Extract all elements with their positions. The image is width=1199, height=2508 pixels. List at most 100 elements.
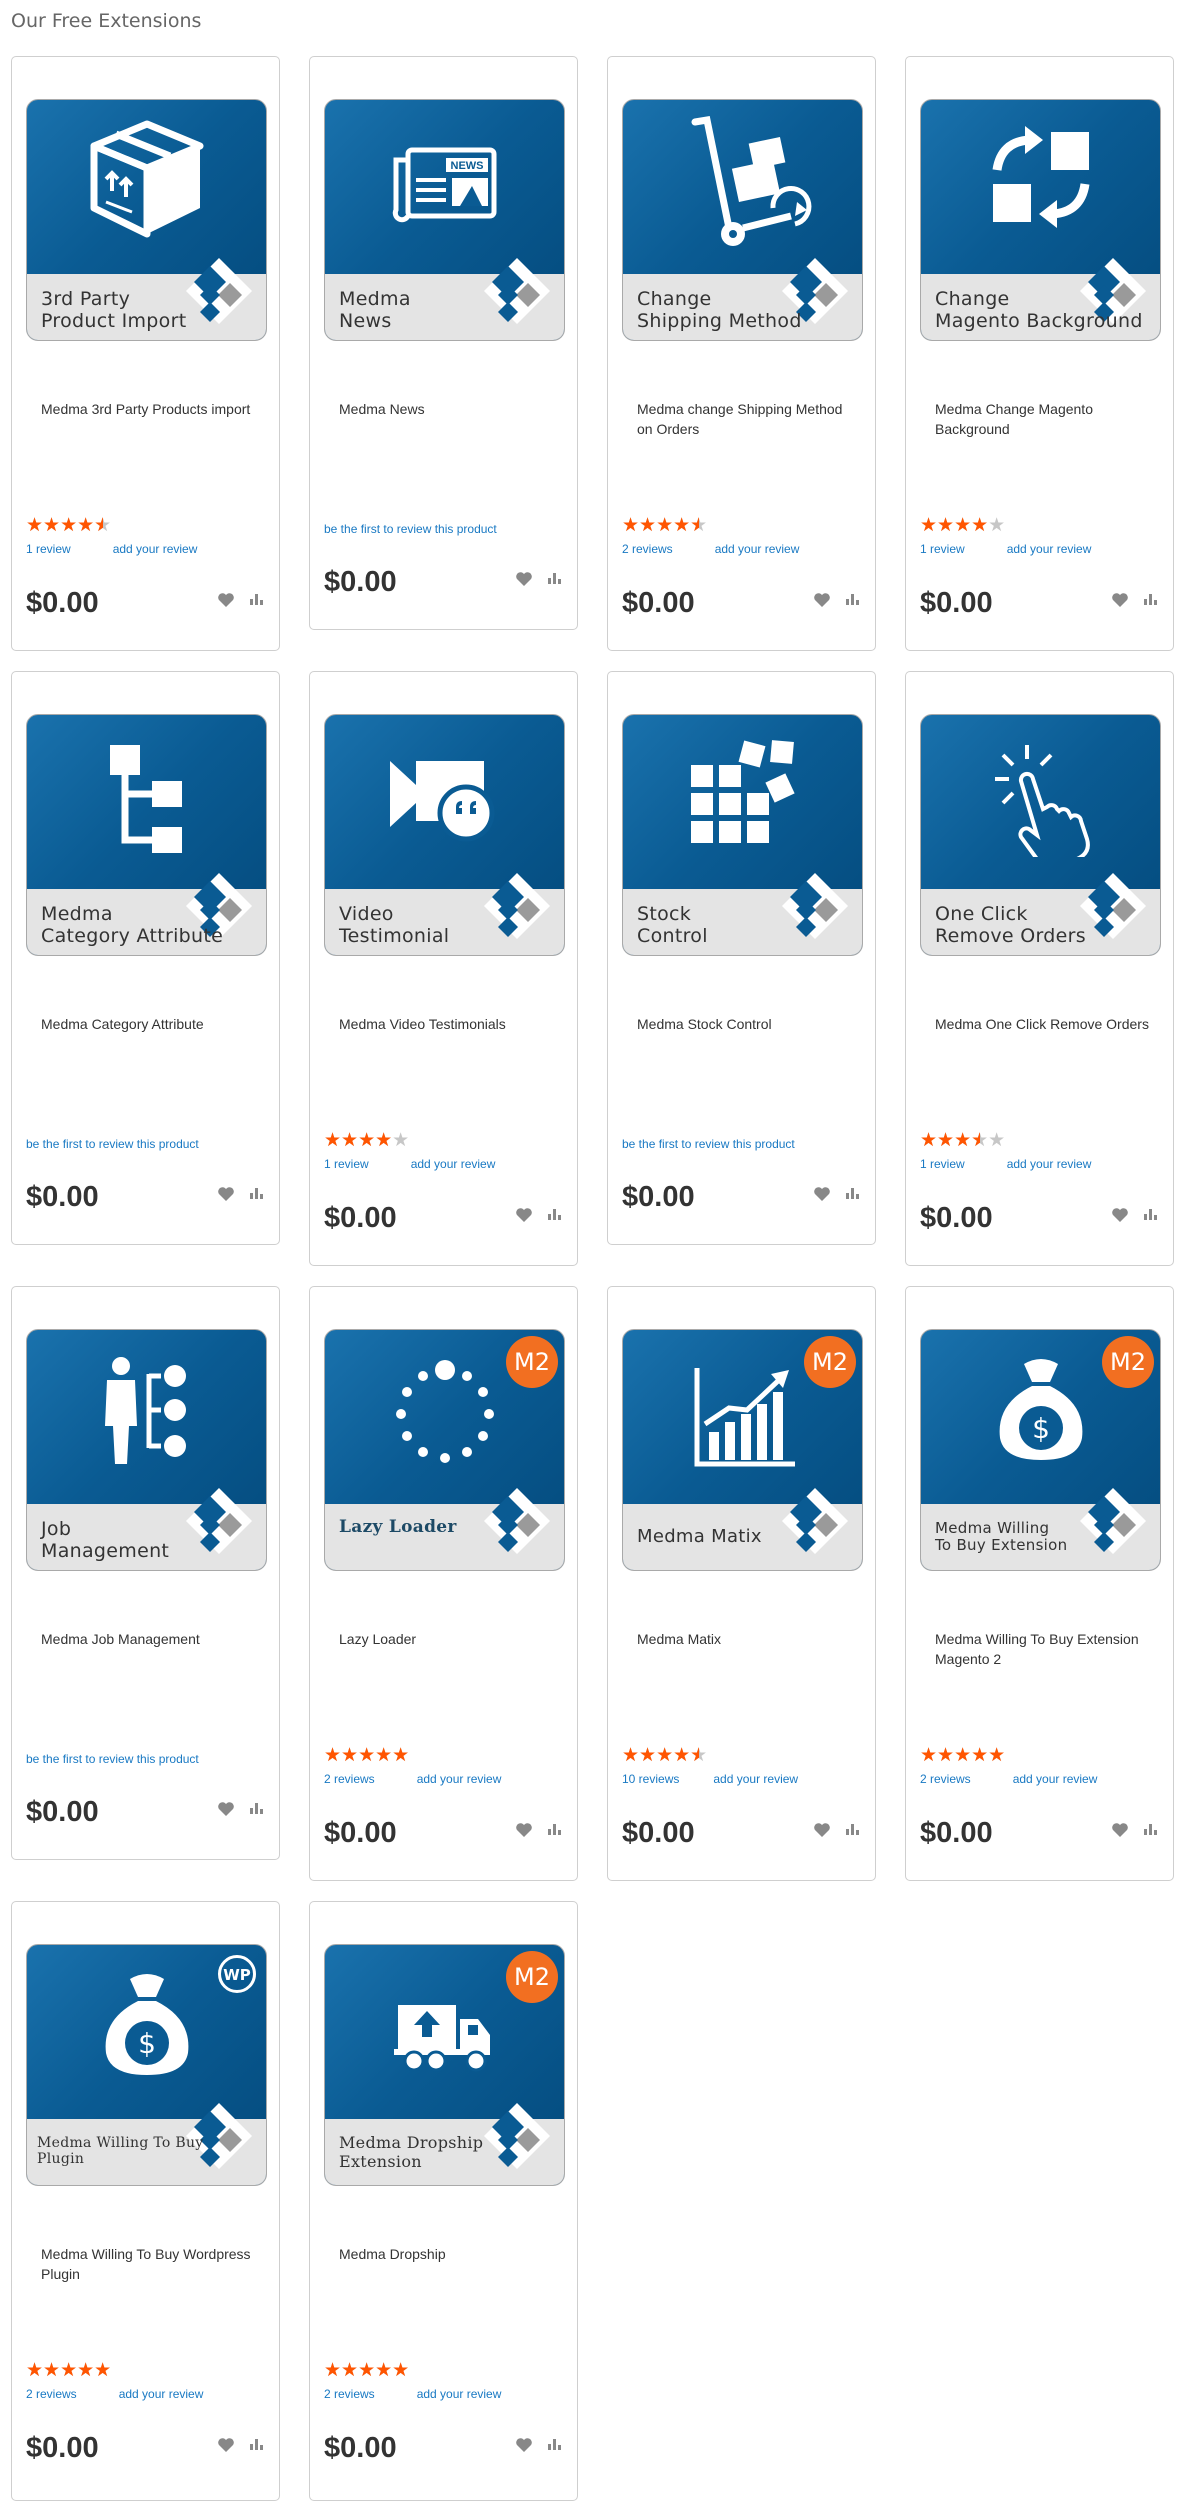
product-thumbnail[interactable]: One Click Remove Orders [920,714,1161,956]
product-thumbnail[interactable]: Medma Category Attribute [26,714,267,956]
reviews-link[interactable]: 1 review [324,1157,369,1171]
product-card[interactable]: Video Testimonial Medma Video Testimonia… [309,671,578,1266]
wishlist-heart-icon[interactable] [1111,592,1129,608]
reviews-link[interactable]: 10 reviews [622,1772,679,1786]
product-name[interactable]: Medma Category Attribute [41,1014,256,1034]
add-review-link[interactable]: add your review [417,2387,502,2401]
product-thumbnail[interactable]: M2 Medma Matix [622,1329,863,1571]
wishlist-heart-icon[interactable] [1111,1822,1129,1838]
product-card[interactable]: $ M2 Medma Willing To Buy Extension Medm… [905,1286,1174,1881]
compare-icon[interactable] [249,590,265,606]
wishlist-heart-icon[interactable] [813,1822,831,1838]
rating-stars: ★★★★★★★★★★ [920,515,1006,536]
reviews-link[interactable]: 2 reviews [324,2387,375,2401]
compare-icon[interactable] [1143,1205,1159,1221]
product-name[interactable]: Medma Dropship [339,2244,554,2264]
add-review-link[interactable]: add your review [1007,1157,1092,1171]
product-price: $0.00 [622,587,695,619]
compare-icon[interactable] [547,569,563,585]
first-review-link[interactable]: be the first to review this product [324,522,497,536]
product-card[interactable]: M2 Medma Matix Medma Matix ★★★★★★★★★★ 10… [607,1286,876,1881]
add-review-link[interactable]: add your review [713,1772,798,1786]
product-thumbnail[interactable]: Stock Control [622,714,863,956]
product-name[interactable]: Medma change Shipping Method on Orders [637,399,852,439]
product-thumbnail[interactable]: Change Magento Background [920,99,1161,341]
product-name[interactable]: Medma Willing To Buy Wordpress Plugin [41,2244,256,2284]
wishlist-heart-icon[interactable] [515,2437,533,2453]
product-name[interactable]: Medma Stock Control [637,1014,852,1034]
product-card[interactable]: Change Magento Background Medma Change M… [905,56,1174,651]
compare-icon[interactable] [547,2435,563,2451]
add-review-link[interactable]: add your review [113,542,198,556]
product-card[interactable]: One Click Remove Orders Medma One Click … [905,671,1174,1266]
wishlist-heart-icon[interactable] [515,1207,533,1223]
compare-icon[interactable] [1143,1820,1159,1836]
compare-icon[interactable] [547,1205,563,1221]
rating-stars: ★★★★★★★★★★ [324,1130,410,1151]
add-review-link[interactable]: add your review [411,1157,496,1171]
wishlist-heart-icon[interactable] [217,592,235,608]
wishlist-heart-icon[interactable] [515,1822,533,1838]
product-price: $0.00 [622,1181,695,1213]
reviews-link[interactable]: 2 reviews [26,2387,77,2401]
product-name[interactable]: Medma Matix [637,1629,852,1649]
product-thumbnail[interactable]: Job Management [26,1329,267,1571]
product-price: $0.00 [26,587,99,619]
compare-icon[interactable] [845,590,861,606]
product-card[interactable]: Stock Control Medma Stock Control be the… [607,671,876,1245]
first-review-link[interactable]: be the first to review this product [622,1137,795,1151]
product-thumbnail[interactable]: $ WP Medma Willing To Buy Plugin [26,1944,267,2186]
product-name[interactable]: Medma News [339,399,554,419]
wishlist-heart-icon[interactable] [217,2437,235,2453]
product-thumbnail[interactable]: Video Testimonial [324,714,565,956]
add-review-link[interactable]: add your review [1013,1772,1098,1786]
product-thumbnail[interactable]: NEWS Medma News [324,99,565,341]
compare-icon[interactable] [249,1184,265,1200]
compare-icon[interactable] [845,1184,861,1200]
wishlist-heart-icon[interactable] [515,571,533,587]
compare-icon[interactable] [249,2435,265,2451]
product-card[interactable]: NEWS Medma News Medma News be the first … [309,56,578,630]
product-card[interactable]: Job Management Medma Job Management be t… [11,1286,280,1860]
product-card[interactable]: Medma Category Attribute Medma Category … [11,671,280,1245]
compare-icon[interactable] [547,1820,563,1836]
product-name[interactable]: Medma Job Management [41,1629,256,1649]
product-thumbnail[interactable]: $ M2 Medma Willing To Buy Extension [920,1329,1161,1571]
reviews-link[interactable]: 1 review [920,542,965,556]
product-name[interactable]: Medma Change Magento Background [935,399,1150,439]
product-thumbnail[interactable]: M2 Lazy Loader [324,1329,565,1571]
product-card[interactable]: Change Shipping Method Medma change Ship… [607,56,876,651]
product-name[interactable]: Medma One Click Remove Orders [935,1014,1150,1034]
first-review-link[interactable]: be the first to review this product [26,1752,199,1766]
product-name[interactable]: Medma Willing To Buy Extension Magento 2 [935,1629,1150,1669]
product-card[interactable]: M2 Lazy Loader Lazy Loader ★★★★★ ★★★★★ 2 … [309,1286,578,1881]
product-card[interactable]: 3rd Party Product Import Medma 3rd Party… [11,56,280,651]
add-review-link[interactable]: add your review [1007,542,1092,556]
product-thumbnail[interactable]: Change Shipping Method [622,99,863,341]
wishlist-heart-icon[interactable] [813,592,831,608]
product-name[interactable]: Medma 3rd Party Products import [41,399,256,419]
add-review-link[interactable]: add your review [119,2387,204,2401]
wishlist-heart-icon[interactable] [217,1186,235,1202]
add-review-link[interactable]: add your review [417,1772,502,1786]
tree-icon [109,745,182,853]
reviews-link[interactable]: 2 reviews [324,1772,375,1786]
product-card[interactable]: $ WP Medma Willing To Buy Plugin Medma W… [11,1901,280,2501]
product-thumbnail[interactable]: M2 Medma Dropship Extension [324,1944,565,2186]
reviews-link[interactable]: 1 review [920,1157,965,1171]
product-card[interactable]: M2 Medma Dropship Extension Medma Dropsh… [309,1901,578,2501]
reviews-link[interactable]: 2 reviews [920,1772,971,1786]
wishlist-heart-icon[interactable] [813,1186,831,1202]
add-review-link[interactable]: add your review [715,542,800,556]
product-name[interactable]: Lazy Loader [339,1629,554,1649]
reviews-link[interactable]: 2 reviews [622,542,673,556]
product-name[interactable]: Medma Video Testimonials [339,1014,554,1034]
first-review-link[interactable]: be the first to review this product [26,1137,199,1151]
product-thumbnail[interactable]: 3rd Party Product Import [26,99,267,341]
compare-icon[interactable] [845,1820,861,1836]
reviews-link[interactable]: 1 review [26,542,71,556]
wishlist-heart-icon[interactable] [217,1801,235,1817]
compare-icon[interactable] [1143,590,1159,606]
compare-icon[interactable] [249,1799,265,1815]
wishlist-heart-icon[interactable] [1111,1207,1129,1223]
